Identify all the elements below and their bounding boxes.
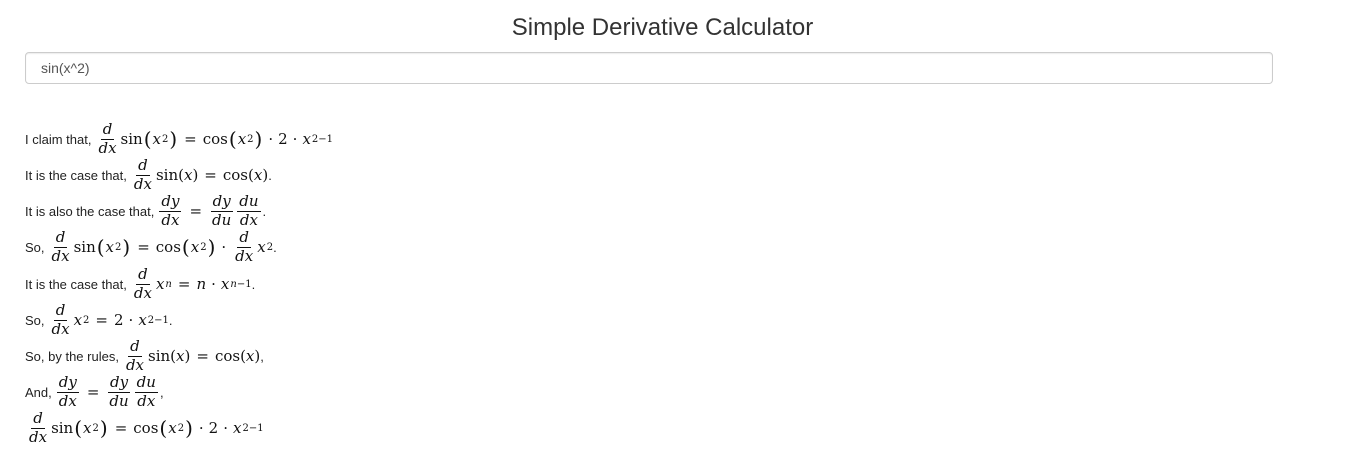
step-tail: .	[168, 312, 173, 328]
step-text: It is also the case that,	[25, 203, 155, 219]
step-text: It is the case that,	[25, 276, 127, 292]
derivation-result: d dx sin(x 2) = cos(x 2) · 2 · x 2−1	[25, 409, 264, 446]
step-tail: ,	[159, 384, 164, 400]
math-expression: dy dx = dy du du dx	[159, 192, 261, 229]
math-expression: d dx sin(x 2) = cos(x 2) · 2 · x 2−1	[98, 120, 334, 157]
step-text: And,	[25, 384, 52, 400]
step-text: So,	[25, 312, 45, 328]
derivation-step: So, d dx sin(x 2) = cos(x 2) · d dx x 2 .	[25, 228, 277, 265]
derivation-step: It is the case that, d dx x n = n · x n−1 .	[25, 265, 256, 302]
derivation-step: And, dy dx = dy du du dx ,	[25, 373, 164, 410]
derivation-step: So, d dx x 2 = 2 · x 2−1 .	[25, 301, 173, 338]
step-tail: .	[251, 276, 256, 292]
math-expression: d dx x 2 = 2 · x 2−1	[51, 301, 169, 338]
step-tail: .	[262, 203, 267, 219]
expression-input-box[interactable]	[25, 52, 1273, 84]
step-tail: .	[268, 167, 272, 183]
derivation-step: I claim that, d dx sin(x 2) = cos(x 2) · 2 · x 2−1	[25, 120, 334, 157]
math-expression: dy dx = dy du du dx	[56, 373, 158, 410]
derivation-step: It is also the case that, dy dx = dy du du dx …	[25, 192, 267, 229]
step-text: So,	[25, 239, 45, 255]
step-tail: .	[273, 239, 277, 255]
step-tail: ,	[260, 348, 264, 364]
step-text: So, by the rules,	[25, 348, 119, 364]
math-expression: d dx sin(x) = cos(x)	[125, 337, 261, 374]
math-expression: d dx sin(x 2) = cos(x 2) · d dx x 2	[51, 228, 274, 265]
step-text: It is the case that,	[25, 167, 127, 183]
page-title: Simple Derivative Calculator	[511, 14, 814, 41]
math-expression: d dx sin(x 2) = cos(x 2) · 2 · x 2−1	[29, 409, 264, 446]
math-expression: d dx sin(x) = cos(x)	[133, 156, 269, 193]
expression-input[interactable]	[26, 53, 1272, 83]
math-expression: d dx x n = n · x n−1	[133, 265, 252, 302]
derivation-step: It is the case that, d dx sin(x) = cos(x) .	[25, 156, 272, 193]
step-text: I claim that,	[25, 131, 92, 147]
derivation-step: So, by the rules, d dx sin(x) = cos(x) ,	[25, 337, 264, 374]
